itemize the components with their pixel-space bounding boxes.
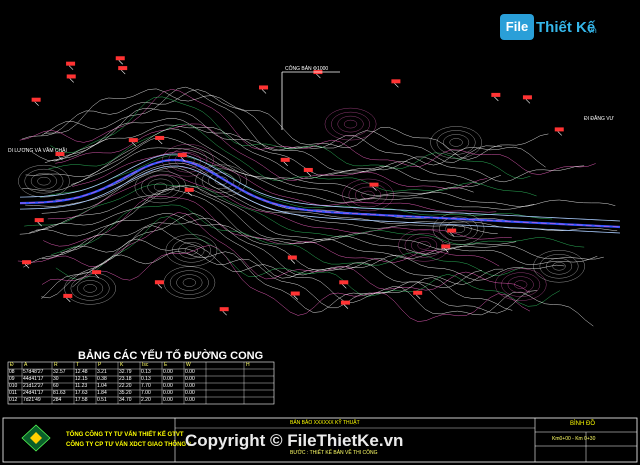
table-cell: 08: [9, 369, 15, 375]
label-left-destination: DI LƯƠNG VÀ VẦM CHẦI: [8, 148, 67, 154]
table-cell: 81.63: [53, 390, 66, 396]
table-header-cell: H: [246, 362, 250, 368]
table-header-cell: E: [164, 362, 168, 368]
table-cell: 60: [53, 383, 59, 389]
table-cell: 0.38: [97, 376, 107, 382]
table-cell: 35.20: [119, 390, 132, 396]
table-cell: 0.00: [163, 376, 173, 382]
table-cell: 24d41'17: [23, 390, 44, 396]
table-cell: 30: [53, 376, 59, 382]
company-line-2: CÔNG TY CP TƯ VẤN XDCT GIAO THÔNG 2: [66, 442, 192, 448]
table-cell: 7.70: [141, 383, 151, 389]
table-cell: 0.00: [163, 397, 173, 403]
logo-domain: .vn: [586, 26, 597, 35]
table-cell: 34.70: [119, 397, 132, 403]
project-title: BẢN BẢO XXXXXX KỸ THUẬT: [290, 420, 360, 426]
table-cell: 44d41'17: [23, 376, 44, 382]
curve-table-title: BẢNG CÁC YẾU TỐ ĐƯỜNG CONG: [78, 350, 264, 362]
table-cell: 1.04: [97, 383, 107, 389]
table-header-cell: T: [76, 362, 80, 368]
table-header-cell: A: [24, 362, 28, 368]
logo-badge: File: [500, 14, 534, 40]
table-cell: 0.00: [163, 390, 173, 396]
table-cell: 32.57: [53, 369, 66, 375]
table-cell: 010: [9, 383, 18, 389]
table-cell: 3.21: [97, 369, 107, 375]
table-header-cell: K: [120, 362, 124, 368]
table-header-cell: P: [98, 362, 102, 368]
table-cell: 22.20: [119, 383, 132, 389]
table-cell: 11.23: [75, 383, 88, 389]
table-cell: 23.18: [119, 376, 132, 382]
table-cell: 2.20: [141, 397, 151, 403]
company-line-1: TỔNG CÔNG TY TƯ VẤN THIẾT KẾ GTVT: [66, 432, 184, 438]
table-cell: 0.00: [163, 383, 173, 389]
table-cell: 21d12'27: [23, 383, 44, 389]
table-cell: 0.00: [185, 390, 195, 396]
table-header-cell: Isc: [142, 362, 149, 368]
table-cell: 284: [53, 397, 62, 403]
table-cell: 0.00: [185, 397, 195, 403]
table-cell: 012: [9, 397, 18, 403]
drawing-name: BÌNH ĐỒ: [570, 421, 596, 427]
table-cell: 0.00: [185, 369, 195, 375]
table-header-cell: R: [54, 362, 58, 368]
table-cell: 17.58: [75, 397, 88, 403]
label-right-destination: ĐI ĐẰNG VƯ: [584, 116, 614, 122]
callout-leader: [281, 71, 340, 130]
label-culvert-callout: CÔNG BẢN Φ1000: [285, 66, 329, 72]
table-header-cell: W: [186, 362, 191, 368]
table-cell: 12.15: [75, 376, 88, 382]
table-cell: 0.00: [185, 376, 195, 382]
copyright-watermark: Copyright © FileThietKe.vn: [185, 431, 404, 450]
table-cell: 57d48'27: [23, 369, 44, 375]
contour-lines: [17, 86, 618, 327]
table-cell: 32.79: [119, 369, 132, 375]
table-cell: 0.13: [141, 369, 151, 375]
table-cell: 1.84: [97, 390, 107, 396]
table-header-cell: Đ: [10, 362, 14, 368]
table-cell: 7d21'49: [23, 397, 41, 403]
table-cell: 09: [9, 376, 15, 382]
table-cell: 12.48: [75, 369, 88, 375]
table-cell: 011: [9, 390, 17, 396]
table-cell: 0.13: [141, 376, 151, 382]
table-cell: 7.00: [141, 390, 151, 396]
table-cell: 17.63: [75, 390, 88, 396]
table-cell: 0.00: [185, 383, 195, 389]
drawing-range: Km0+00 - Km 0+30: [552, 436, 596, 442]
table-cell: 0.00: [163, 369, 173, 375]
watermark-logo: File Thiết Kế .vn: [500, 14, 610, 44]
table-cell: 0.51: [97, 397, 107, 403]
